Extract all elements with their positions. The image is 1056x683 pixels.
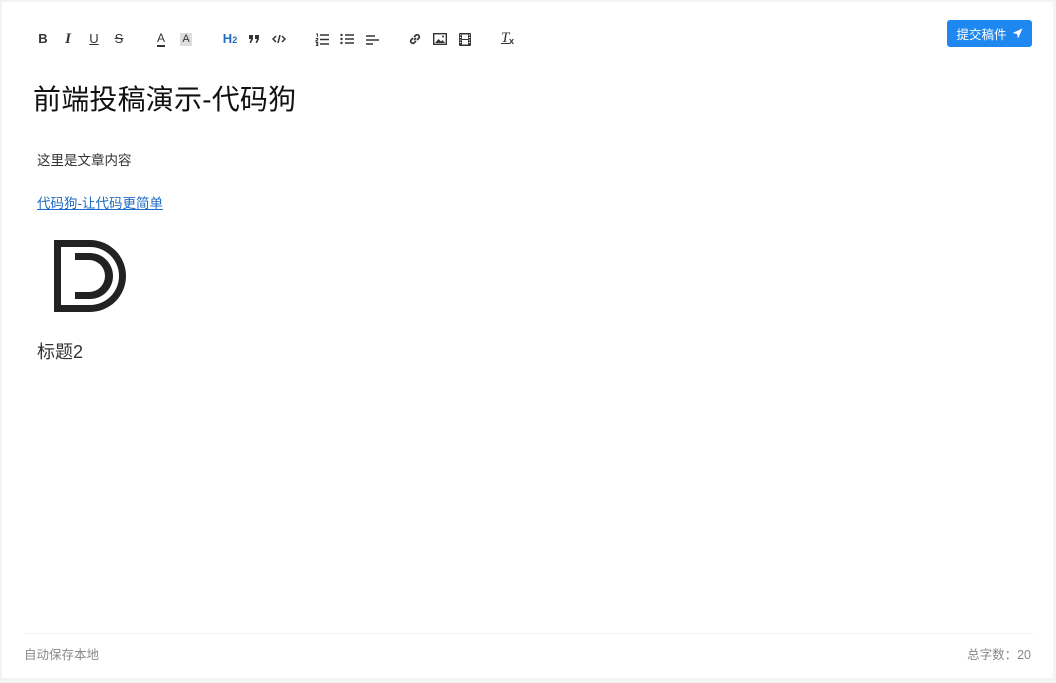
bold-button[interactable]: B	[34, 30, 52, 48]
toolbar: B I U S A A H2 T x 提交稿件	[2, 2, 1053, 72]
clear-format-button[interactable]: T x	[499, 30, 517, 48]
image-icon	[433, 33, 447, 45]
document-title[interactable]: 前端投稿演示-代码狗	[33, 78, 296, 118]
link-icon	[409, 33, 421, 45]
strikethrough-button[interactable]: S	[110, 30, 128, 48]
word-count-label: 总字数：	[967, 648, 1018, 662]
submit-button[interactable]: 提交稿件	[947, 20, 1032, 47]
quote-icon	[249, 35, 259, 43]
bullet-list-button[interactable]	[338, 30, 356, 48]
word-count: 总字数：20	[967, 644, 1031, 663]
background-color-icon: A	[180, 32, 192, 46]
font-color-button[interactable]: A	[152, 30, 170, 48]
underline-button[interactable]: U	[85, 30, 103, 48]
align-button[interactable]	[363, 30, 381, 48]
link-button[interactable]	[406, 30, 424, 48]
footer-divider	[24, 633, 1033, 634]
background-color-button[interactable]: A	[177, 30, 195, 48]
content-link[interactable]: 代码狗-让代码更简单	[37, 192, 163, 212]
video-icon	[459, 32, 471, 46]
clear-format-icon: T x	[501, 30, 515, 46]
autosave-status: 自动保存本地	[24, 648, 100, 662]
submit-label: 提交稿件	[956, 28, 1007, 42]
editor: B I U S A A H2 T x 提交稿件 前端投稿演示-代码狗 这里是文章…	[2, 2, 1053, 678]
video-button[interactable]	[456, 30, 474, 48]
paragraph: 这里是文章内容	[37, 153, 132, 168]
bold-icon: B	[38, 31, 48, 46]
content-link-text[interactable]: 代码狗-让代码更简单	[37, 196, 163, 211]
code-button[interactable]	[270, 30, 288, 48]
font-color-icon: A	[156, 30, 165, 47]
italic-icon: I	[65, 31, 71, 47]
blockquote-button[interactable]	[245, 30, 263, 48]
code-icon	[272, 34, 286, 44]
image-button[interactable]	[431, 30, 449, 48]
ordered-list-icon	[315, 33, 329, 46]
strikethrough-icon: S	[114, 31, 124, 46]
send-icon	[1012, 28, 1022, 39]
ordered-list-button[interactable]	[313, 30, 331, 48]
word-count-value: 20	[1017, 648, 1031, 662]
underline-icon: U	[89, 31, 99, 46]
italic-button[interactable]: I	[59, 30, 77, 48]
heading2: 标题2	[37, 342, 84, 362]
heading-icon: H2	[222, 30, 238, 46]
daimagou-logo	[52, 238, 128, 317]
heading-button[interactable]: H2	[219, 30, 241, 48]
align-left-icon	[365, 34, 379, 45]
bullet-list-icon	[340, 33, 354, 45]
